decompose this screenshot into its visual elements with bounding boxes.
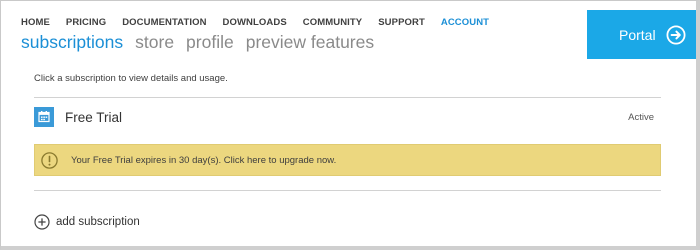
nav-home[interactable]: HOME [21,17,50,31]
warning-icon [41,152,58,169]
nav-account[interactable]: ACCOUNT [441,17,489,31]
nav-support[interactable]: SUPPORT [378,17,425,31]
tab-preview-features[interactable]: preview features [246,31,374,53]
divider [34,97,661,98]
trial-expiry-text: Your Free Trial expires in 30 day(s). Cl… [71,155,337,166]
subscription-name: Free Trial [65,110,123,125]
nav-downloads[interactable]: DOWNLOADS [223,17,287,31]
tab-subscriptions[interactable]: subscriptions [21,31,123,53]
browser-frame: HOME PRICING DOCUMENTATION DOWNLOADS COM… [0,0,700,250]
arrow-right-circle-icon[interactable] [666,25,686,45]
subscription-status: Active [628,112,654,123]
nav-pricing[interactable]: PRICING [66,17,106,31]
tab-profile[interactable]: profile [186,31,234,53]
page-hint: Click a subscription to view details and… [34,73,228,84]
divider [34,190,661,191]
nav-community[interactable]: COMMUNITY [303,17,362,31]
portal-label: Portal [619,27,656,43]
subscription-row[interactable]: Free Trial Active [34,107,661,129]
add-subscription-label: add subscription [56,216,140,228]
trial-expiry-banner[interactable]: Your Free Trial expires in 30 day(s). Cl… [34,144,661,176]
tab-store[interactable]: store [135,31,174,53]
account-subnavigation: subscriptions store profile preview feat… [21,31,374,53]
nav-documentation[interactable]: DOCUMENTATION [122,17,206,31]
top-navigation: HOME PRICING DOCUMENTATION DOWNLOADS COM… [21,17,489,31]
calendar-icon [34,107,54,127]
plus-circle-icon [34,214,50,230]
